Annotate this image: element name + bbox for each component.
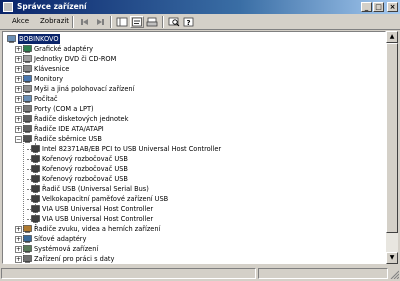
device-manager-icon: [3, 2, 13, 12]
toolbar-separator: [162, 16, 164, 28]
system-devices-icon: [23, 245, 32, 253]
tree-item-label: Síťové adaptéry: [34, 235, 87, 243]
tree-item-label: Kořenový rozbočovač USB: [42, 175, 128, 183]
expand-icon[interactable]: +: [15, 75, 22, 83]
usb-device-icon: [31, 165, 40, 173]
back-icon[interactable]: [78, 16, 92, 28]
tree-item-label: Klávesnice: [34, 65, 70, 73]
forward-icon[interactable]: [93, 16, 107, 28]
scroll-down-button[interactable]: ▼: [386, 252, 398, 264]
expand-icon[interactable]: +: [15, 45, 22, 53]
usb-device-icon: [31, 175, 40, 183]
monitor-icon: [23, 75, 32, 83]
scan-hardware-icon[interactable]: [167, 16, 181, 28]
svg-text:?: ?: [187, 19, 191, 27]
tree-item-label: Porty (COM a LPT): [34, 105, 94, 113]
collapse-icon[interactable]: −: [15, 135, 22, 143]
tree-item-label: Řadiče disketových jednotek: [34, 115, 129, 123]
status-pane-secondary: [258, 268, 388, 279]
cdrom-icon: [23, 55, 32, 63]
scroll-thumb[interactable]: [386, 43, 398, 233]
tree-item-label: Monitory: [34, 75, 63, 83]
print-icon[interactable]: [145, 16, 159, 28]
usb-device-icon: [31, 185, 40, 193]
expand-icon[interactable]: +: [15, 245, 22, 253]
expand-icon[interactable]: +: [15, 55, 22, 63]
sound-controller-icon: [23, 225, 32, 233]
port-icon: [23, 105, 32, 113]
expand-icon[interactable]: +: [15, 115, 22, 123]
toolbar-separator: [72, 16, 74, 28]
tree-item-label: Myši a jiná polohovací zařízení: [34, 85, 135, 93]
computer-icon: [7, 35, 16, 43]
menu-bar: Akce Zobrazit: [0, 14, 400, 30]
usb-device-icon: [31, 195, 40, 203]
size-grip[interactable]: [389, 269, 400, 280]
device-tree[interactable]: BOBINKOVO + Grafické adaptéry + Jednotky DVD…: [2, 31, 386, 264]
expand-icon[interactable]: +: [15, 235, 22, 243]
display-adapter-icon: [23, 45, 32, 53]
title-bar[interactable]: Správce zařízení _ □ ×: [0, 0, 400, 14]
tree-item-label: Velkokapacitní paměťové zařízení USB: [42, 195, 169, 203]
expand-icon[interactable]: +: [15, 225, 22, 233]
tree-item-label: Řadiče sběrnice USB: [34, 135, 102, 143]
usb-device-icon: [31, 205, 40, 213]
mouse-icon: [23, 85, 32, 93]
scroll-up-button[interactable]: ▲: [386, 31, 398, 43]
toolbar-separator: [110, 16, 112, 28]
tree-item-label: Kořenový rozbočovač USB: [42, 165, 128, 173]
maximize-button[interactable]: □: [373, 2, 384, 12]
tree-item-label: VIA USB Universal Host Controller: [42, 205, 154, 213]
usb-device-icon: [31, 155, 40, 163]
keyboard-icon: [23, 65, 32, 73]
status-pane-main: [1, 268, 256, 279]
expand-icon[interactable]: +: [15, 85, 22, 93]
tree-item-label: Řadiče IDE ATA/ATAPI: [34, 125, 104, 133]
usb-device-icon: [31, 145, 40, 153]
tree-item-label: Jednotky DVD či CD-ROM: [34, 55, 117, 63]
usb-device-icon: [31, 215, 40, 223]
floppy-controller-icon: [23, 115, 32, 123]
storage-icon: [23, 255, 32, 263]
expand-icon[interactable]: +: [15, 255, 22, 263]
tree-item-label: Zařízení pro práci s daty: [34, 255, 115, 263]
tree-item-label: Počítač: [34, 95, 58, 103]
computer-small-icon: [23, 95, 32, 103]
tree-item-label: Kořenový rozbočovač USB: [42, 155, 128, 163]
minimize-button[interactable]: _: [361, 2, 372, 12]
menu-zobrazit[interactable]: Zobrazit: [40, 17, 69, 25]
tree-item-label: BOBINKOVO: [18, 34, 60, 44]
ide-controller-icon: [23, 125, 32, 133]
properties-icon[interactable]: [130, 16, 144, 28]
expand-icon[interactable]: +: [15, 125, 22, 133]
expand-icon[interactable]: +: [15, 105, 22, 113]
vertical-scrollbar[interactable]: ▲ ▼: [386, 31, 398, 264]
tree-item-label: Řadič USB (Universal Serial Bus): [42, 185, 149, 193]
expand-icon[interactable]: +: [15, 95, 22, 103]
network-adapter-icon: [23, 235, 32, 243]
status-bar: [0, 266, 400, 280]
menu-akce[interactable]: Akce: [12, 17, 29, 25]
tree-item-label: Intel 82371AB/EB PCI to USB Universal Ho…: [42, 145, 222, 153]
usb-controller-icon: [23, 135, 32, 143]
tree-item-label: Grafické adaptéry: [34, 45, 94, 53]
window-title: Správce zařízení: [17, 2, 87, 11]
close-button[interactable]: ×: [387, 2, 398, 12]
expand-icon[interactable]: +: [15, 65, 22, 73]
tree-item-label: Řadiče zvuku, videa a herních zařízení: [34, 225, 161, 233]
tree-item-label: Systémová zařízení: [34, 245, 99, 253]
help-icon[interactable]: ?: [182, 16, 196, 28]
tree-item-label: VIA USB Universal Host Controller: [42, 215, 154, 223]
show-hide-tree-icon[interactable]: [115, 16, 129, 28]
